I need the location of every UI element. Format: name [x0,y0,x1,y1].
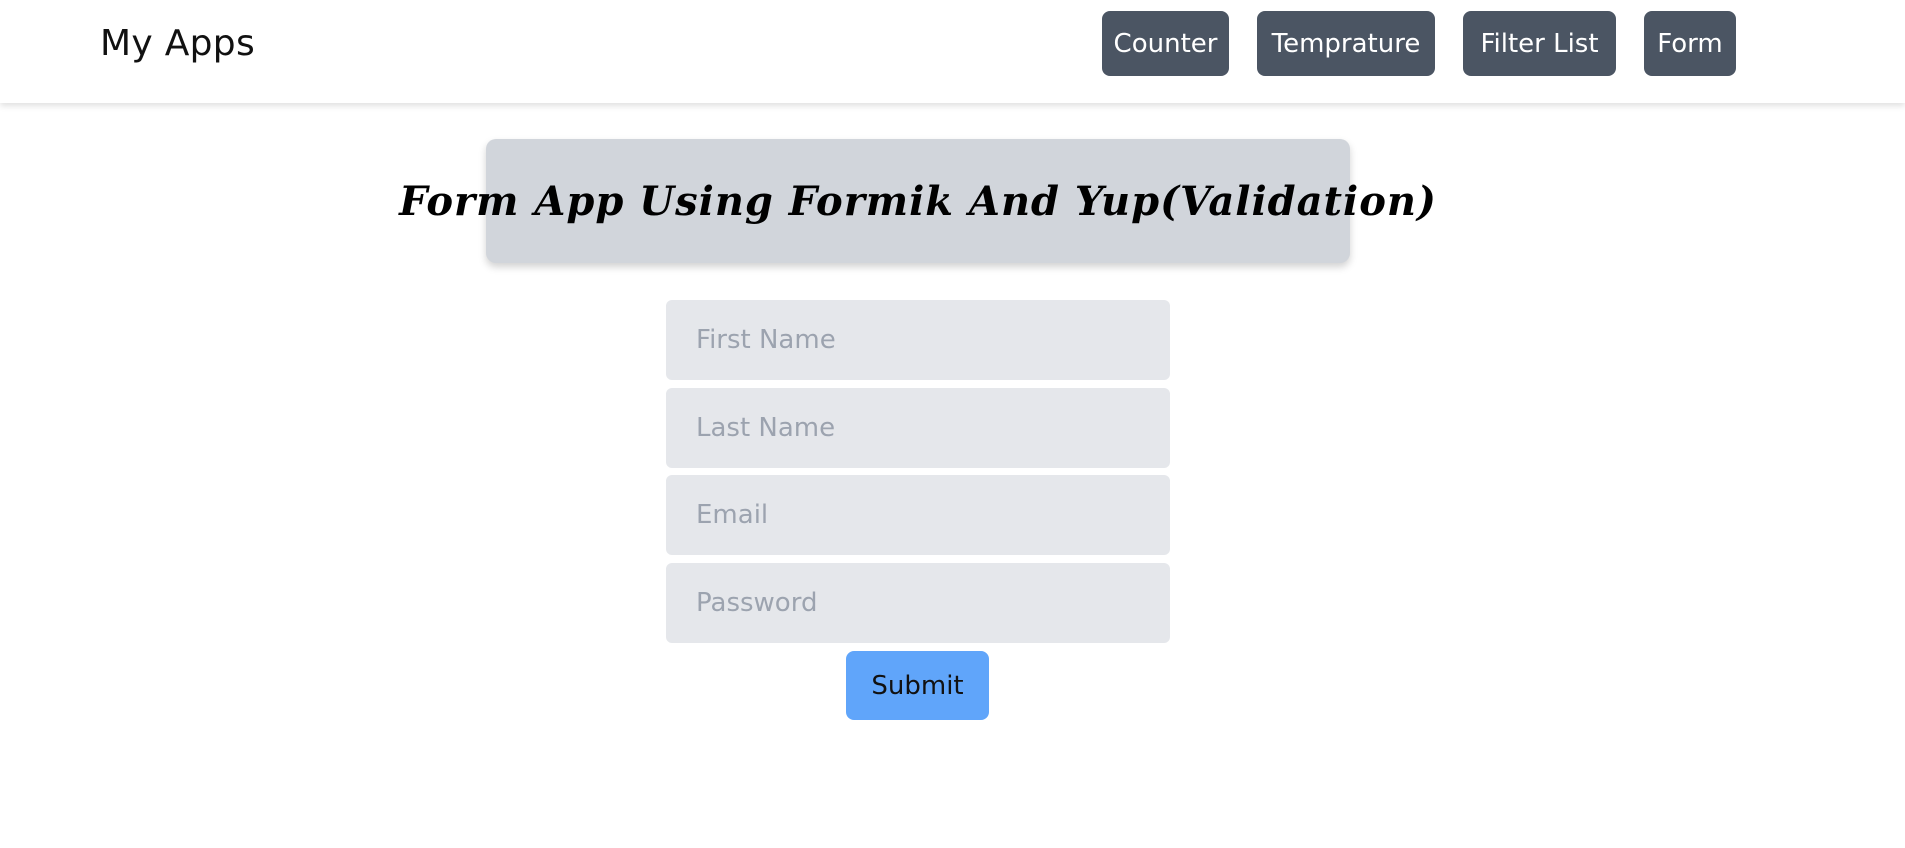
password-input[interactable] [666,563,1170,643]
navbar: My Apps Counter Temprature Filter List F… [0,0,1905,103]
nav-counter-button[interactable]: Counter [1102,11,1229,76]
brand-logo[interactable]: My Apps [100,20,255,68]
nav-temprature-button[interactable]: Temprature [1257,11,1435,76]
nav-filter-list-button[interactable]: Filter List [1463,11,1616,76]
first-name-input[interactable] [666,300,1170,380]
page-title: Form App Using Formik And Yup(Validation… [399,177,1437,225]
submit-button[interactable]: Submit [846,651,989,720]
nav-form-button[interactable]: Form [1644,11,1736,76]
title-card: Form App Using Formik And Yup(Validation… [399,139,1436,263]
email-input[interactable] [666,475,1170,555]
last-name-input[interactable] [666,388,1170,468]
